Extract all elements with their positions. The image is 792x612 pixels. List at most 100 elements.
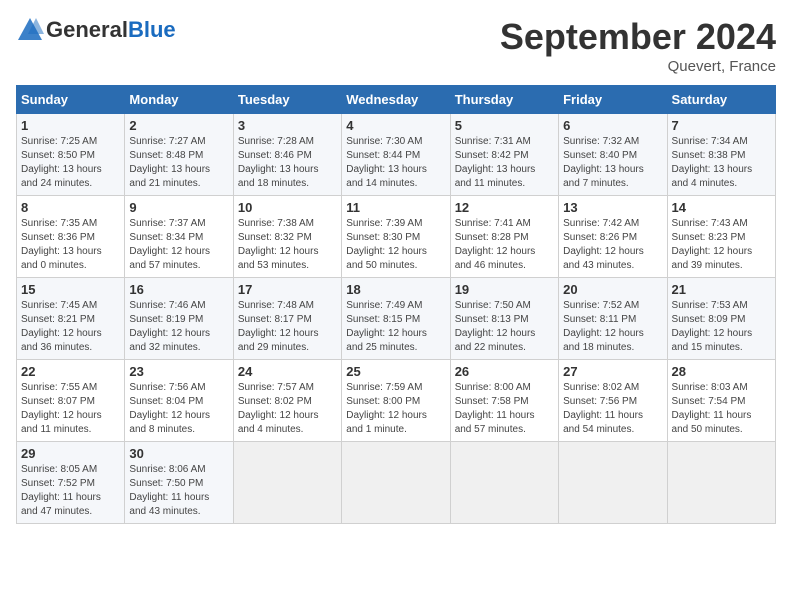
day-content: Sunrise: 7:52 AM Sunset: 8:11 PM Dayligh… bbox=[563, 299, 662, 355]
day-content: Sunrise: 7:50 AM Sunset: 8:13 PM Dayligh… bbox=[455, 299, 554, 355]
day-number: 24 bbox=[238, 364, 337, 379]
col-thursday: Thursday bbox=[450, 86, 558, 114]
day-content: Sunrise: 7:57 AM Sunset: 8:02 PM Dayligh… bbox=[238, 381, 337, 437]
table-row: 26 Sunrise: 8:00 AM Sunset: 7:58 PM Dayli… bbox=[450, 360, 558, 442]
day-content: Sunrise: 7:32 AM Sunset: 8:40 PM Dayligh… bbox=[563, 135, 662, 191]
day-content: Sunrise: 7:34 AM Sunset: 8:38 PM Dayligh… bbox=[672, 135, 771, 191]
day-number: 17 bbox=[238, 282, 337, 297]
day-number: 9 bbox=[129, 200, 228, 215]
day-number: 3 bbox=[238, 118, 337, 133]
table-row: 6 Sunrise: 7:32 AM Sunset: 8:40 PM Daylig… bbox=[559, 114, 667, 196]
col-tuesday: Tuesday bbox=[233, 86, 341, 114]
day-number: 20 bbox=[563, 282, 662, 297]
day-number: 11 bbox=[346, 200, 445, 215]
day-content: Sunrise: 7:35 AM Sunset: 8:36 PM Dayligh… bbox=[21, 217, 120, 273]
day-number: 1 bbox=[21, 118, 120, 133]
day-number: 8 bbox=[21, 200, 120, 215]
day-content: Sunrise: 7:59 AM Sunset: 8:00 PM Dayligh… bbox=[346, 381, 445, 437]
table-row: 4 Sunrise: 7:30 AM Sunset: 8:44 PM Daylig… bbox=[342, 114, 450, 196]
day-content: Sunrise: 7:46 AM Sunset: 8:19 PM Dayligh… bbox=[129, 299, 228, 355]
calendar-week-3: 15 Sunrise: 7:45 AM Sunset: 8:21 PM Dayli… bbox=[17, 278, 776, 360]
day-content: Sunrise: 7:38 AM Sunset: 8:32 PM Dayligh… bbox=[238, 217, 337, 273]
day-content: Sunrise: 7:55 AM Sunset: 8:07 PM Dayligh… bbox=[21, 381, 120, 437]
month-title: September 2024 bbox=[500, 16, 776, 58]
day-content: Sunrise: 7:41 AM Sunset: 8:28 PM Dayligh… bbox=[455, 217, 554, 273]
table-row bbox=[450, 442, 558, 524]
table-row: 9 Sunrise: 7:37 AM Sunset: 8:34 PM Daylig… bbox=[125, 196, 233, 278]
table-row: 16 Sunrise: 7:46 AM Sunset: 8:19 PM Dayli… bbox=[125, 278, 233, 360]
table-row: 11 Sunrise: 7:39 AM Sunset: 8:30 PM Dayli… bbox=[342, 196, 450, 278]
col-sunday: Sunday bbox=[17, 86, 125, 114]
day-number: 21 bbox=[672, 282, 771, 297]
day-number: 2 bbox=[129, 118, 228, 133]
day-number: 10 bbox=[238, 200, 337, 215]
day-number: 29 bbox=[21, 446, 120, 461]
page-header: GeneralBlue September 2024 Quevert, Fran… bbox=[16, 16, 776, 75]
day-content: Sunrise: 8:02 AM Sunset: 7:56 PM Dayligh… bbox=[563, 381, 662, 437]
table-row bbox=[559, 442, 667, 524]
table-row: 23 Sunrise: 7:56 AM Sunset: 8:04 PM Dayli… bbox=[125, 360, 233, 442]
day-content: Sunrise: 8:06 AM Sunset: 7:50 PM Dayligh… bbox=[129, 463, 228, 519]
day-number: 18 bbox=[346, 282, 445, 297]
calendar-week-1: 1 Sunrise: 7:25 AM Sunset: 8:50 PM Daylig… bbox=[17, 114, 776, 196]
calendar-week-4: 22 Sunrise: 7:55 AM Sunset: 8:07 PM Dayli… bbox=[17, 360, 776, 442]
day-content: Sunrise: 7:53 AM Sunset: 8:09 PM Dayligh… bbox=[672, 299, 771, 355]
col-friday: Friday bbox=[559, 86, 667, 114]
table-row bbox=[342, 442, 450, 524]
title-block: September 2024 Quevert, France bbox=[500, 16, 776, 75]
day-number: 7 bbox=[672, 118, 771, 133]
day-number: 26 bbox=[455, 364, 554, 379]
calendar-table: Sunday Monday Tuesday Wednesday Thursday… bbox=[16, 85, 776, 524]
table-row: 27Sunrise: 8:02 AM Sunset: 7:56 PM Dayli… bbox=[559, 360, 667, 442]
col-saturday: Saturday bbox=[667, 86, 775, 114]
day-number: 6 bbox=[563, 118, 662, 133]
table-row: 15 Sunrise: 7:45 AM Sunset: 8:21 PM Dayli… bbox=[17, 278, 125, 360]
table-row: 20 Sunrise: 7:52 AM Sunset: 8:11 PM Dayli… bbox=[559, 278, 667, 360]
day-number: 28 bbox=[672, 364, 771, 379]
day-content: Sunrise: 7:28 AM Sunset: 8:46 PM Dayligh… bbox=[238, 135, 337, 191]
table-row: 18Sunrise: 7:49 AM Sunset: 8:15 PM Dayli… bbox=[342, 278, 450, 360]
table-row: 14Sunrise: 7:43 AM Sunset: 8:23 PM Dayli… bbox=[667, 196, 775, 278]
day-content: Sunrise: 7:37 AM Sunset: 8:34 PM Dayligh… bbox=[129, 217, 228, 273]
day-number: 19 bbox=[455, 282, 554, 297]
table-row: 2Sunrise: 7:27 AM Sunset: 8:48 PM Daylig… bbox=[125, 114, 233, 196]
day-number: 15 bbox=[21, 282, 120, 297]
day-content: Sunrise: 8:00 AM Sunset: 7:58 PM Dayligh… bbox=[455, 381, 554, 437]
day-number: 12 bbox=[455, 200, 554, 215]
day-number: 14 bbox=[672, 200, 771, 215]
table-row bbox=[233, 442, 341, 524]
calendar-header-row: Sunday Monday Tuesday Wednesday Thursday… bbox=[17, 86, 776, 114]
day-number: 4 bbox=[346, 118, 445, 133]
table-row: 24 Sunrise: 7:57 AM Sunset: 8:02 PM Dayli… bbox=[233, 360, 341, 442]
table-row: 25Sunrise: 7:59 AM Sunset: 8:00 PM Dayli… bbox=[342, 360, 450, 442]
day-number: 23 bbox=[129, 364, 228, 379]
table-row: 5 Sunrise: 7:31 AM Sunset: 8:42 PM Daylig… bbox=[450, 114, 558, 196]
table-row: 3 Sunrise: 7:28 AM Sunset: 8:46 PM Daylig… bbox=[233, 114, 341, 196]
day-content: Sunrise: 7:31 AM Sunset: 8:42 PM Dayligh… bbox=[455, 135, 554, 191]
logo: GeneralBlue bbox=[16, 16, 176, 44]
table-row: 30 Sunrise: 8:06 AM Sunset: 7:50 PM Dayli… bbox=[125, 442, 233, 524]
table-row: 7 Sunrise: 7:34 AM Sunset: 8:38 PM Daylig… bbox=[667, 114, 775, 196]
day-content: Sunrise: 7:45 AM Sunset: 8:21 PM Dayligh… bbox=[21, 299, 120, 355]
day-number: 5 bbox=[455, 118, 554, 133]
calendar-week-2: 8 Sunrise: 7:35 AM Sunset: 8:36 PM Daylig… bbox=[17, 196, 776, 278]
day-content: Sunrise: 8:05 AM Sunset: 7:52 PM Dayligh… bbox=[21, 463, 120, 519]
logo-text: GeneralBlue bbox=[46, 17, 176, 43]
table-row: 10 Sunrise: 7:38 AM Sunset: 8:32 PM Dayli… bbox=[233, 196, 341, 278]
calendar-week-5: 29 Sunrise: 8:05 AM Sunset: 7:52 PM Dayli… bbox=[17, 442, 776, 524]
table-row: 12 Sunrise: 7:41 AM Sunset: 8:28 PM Dayli… bbox=[450, 196, 558, 278]
day-content: Sunrise: 7:25 AM Sunset: 8:50 PM Dayligh… bbox=[21, 135, 120, 191]
day-number: 30 bbox=[129, 446, 228, 461]
day-content: Sunrise: 7:39 AM Sunset: 8:30 PM Dayligh… bbox=[346, 217, 445, 273]
day-number: 13 bbox=[563, 200, 662, 215]
table-row: 29 Sunrise: 8:05 AM Sunset: 7:52 PM Dayli… bbox=[17, 442, 125, 524]
day-number: 16 bbox=[129, 282, 228, 297]
day-number: 22 bbox=[21, 364, 120, 379]
day-content: Sunrise: 7:56 AM Sunset: 8:04 PM Dayligh… bbox=[129, 381, 228, 437]
table-row: 28Sunrise: 8:03 AM Sunset: 7:54 PM Dayli… bbox=[667, 360, 775, 442]
table-row: 8 Sunrise: 7:35 AM Sunset: 8:36 PM Daylig… bbox=[17, 196, 125, 278]
location: Quevert, France bbox=[500, 58, 776, 75]
day-content: Sunrise: 7:30 AM Sunset: 8:44 PM Dayligh… bbox=[346, 135, 445, 191]
table-row: 13Sunrise: 7:42 AM Sunset: 8:26 PM Dayli… bbox=[559, 196, 667, 278]
col-monday: Monday bbox=[125, 86, 233, 114]
